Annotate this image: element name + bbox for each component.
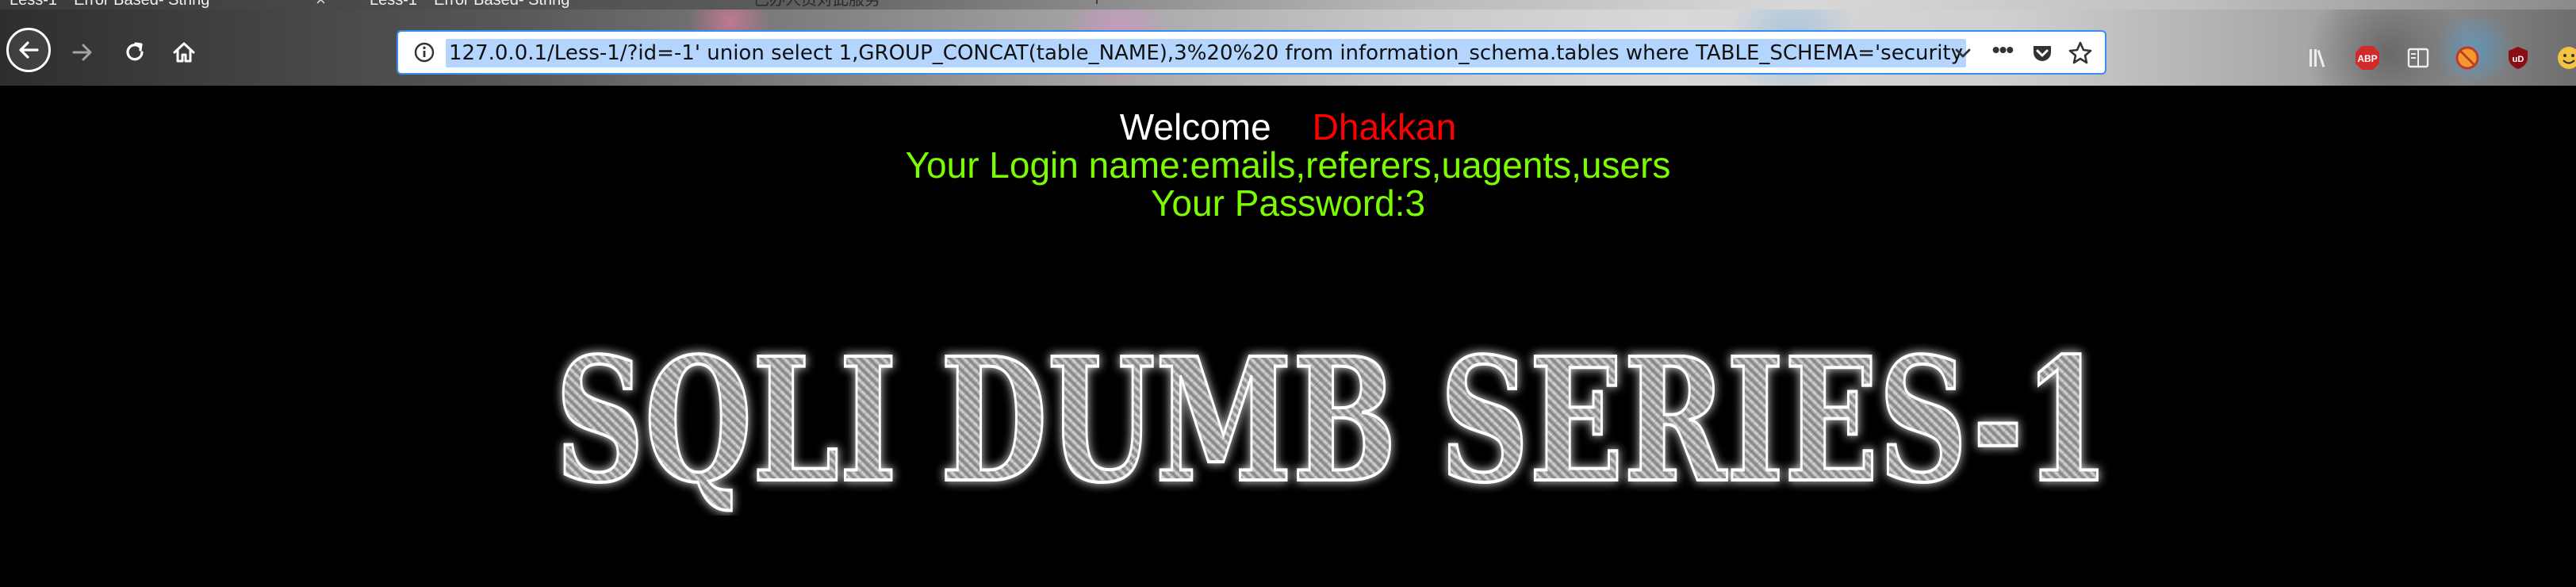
back-button[interactable] <box>6 28 51 72</box>
adblock-plus-icon[interactable]: ABP <box>2354 44 2381 71</box>
noscript-icon[interactable] <box>2454 44 2481 71</box>
navigation-toolbar: 127.0.0.1/Less-1/?id=-1' union select 1,… <box>0 10 2576 86</box>
banner-title: SQLI DUMB SERIES-1 <box>555 321 2110 516</box>
login-name-result: Your Login name:emails,referers,uagents,… <box>905 144 1671 186</box>
info-icon[interactable] <box>412 40 436 64</box>
emoji-extension-icon[interactable] <box>2555 44 2576 71</box>
welcome-line: Welcome Dhakkan <box>0 106 2576 148</box>
reload-button[interactable] <box>114 32 155 73</box>
tab-close-icon[interactable]: × <box>316 0 326 10</box>
ublock-label: uD <box>2513 55 2524 64</box>
back-arrow-icon <box>19 41 39 59</box>
url-selection: 127.0.0.1/Less-1/?id=-1' union select 1,… <box>446 39 1966 67</box>
welcome-username: Dhakkan <box>1312 106 1457 148</box>
forward-button[interactable] <box>62 32 103 73</box>
bookmark-star-icon[interactable] <box>2067 40 2094 67</box>
tab-strip: Less-1 **Error Based- String** × Less-1 … <box>0 0 2576 10</box>
welcome-label: Welcome <box>1119 106 1271 148</box>
tab-less1-a[interactable]: Less-1 **Error Based- String** <box>10 0 319 10</box>
sqli-dumb-series-banner: SQLI DUMB SERIES-1 <box>547 309 2118 522</box>
url-text[interactable]: 127.0.0.1/Less-1/?id=-1' union select 1,… <box>449 39 1963 67</box>
chevron-down-icon[interactable] <box>1951 41 1975 65</box>
forward-arrow-icon <box>72 44 92 61</box>
ublock-origin-icon[interactable]: uD <box>2505 44 2532 71</box>
abp-label: ABP <box>2357 53 2377 64</box>
more-actions-icon[interactable]: ••• <box>1989 39 2016 65</box>
browser-window: Less-1 **Error Based- String** × Less-1 … <box>0 0 2576 587</box>
reload-icon <box>126 42 144 61</box>
home-button[interactable] <box>163 32 205 73</box>
home-icon <box>173 42 195 63</box>
address-bar[interactable]: 127.0.0.1/Less-1/?id=-1' union select 1,… <box>397 30 2106 75</box>
pocket-icon[interactable] <box>2030 41 2054 65</box>
password-result: Your Password:3 <box>1150 182 1426 224</box>
reader-view-icon[interactable] <box>2405 44 2432 71</box>
tab-third[interactable]: 已办人员对此服务 <box>753 0 1087 10</box>
library-icon[interactable] <box>2306 44 2333 71</box>
new-tab-button[interactable]: + <box>1091 0 1102 10</box>
tab-less1-b[interactable]: Less-1 **Error Based- String** <box>370 0 719 10</box>
